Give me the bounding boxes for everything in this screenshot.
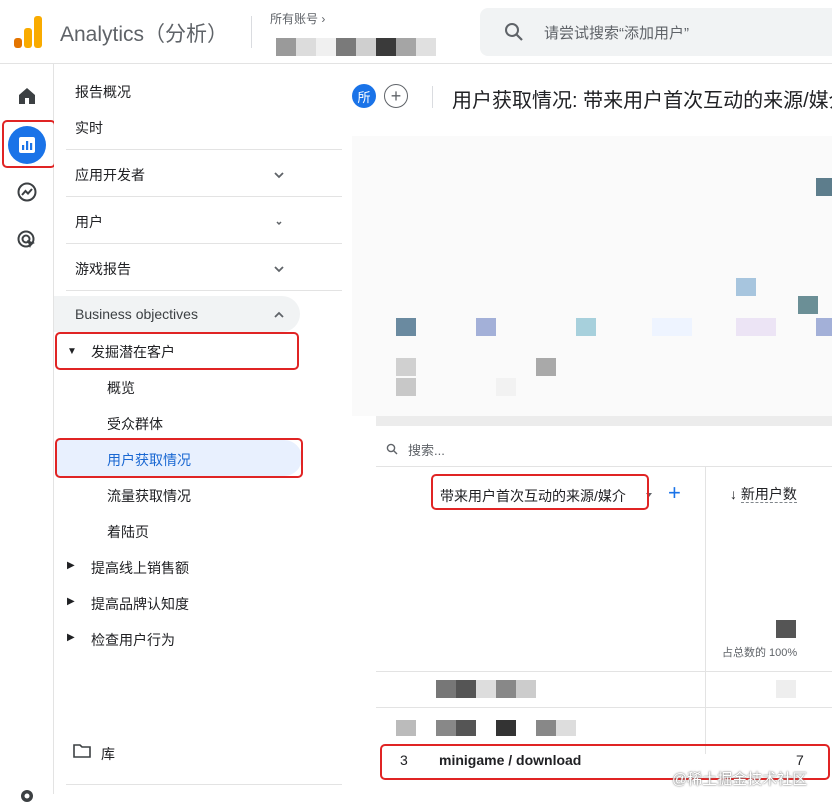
caret-right-icon[interactable]: ▶ (67, 560, 75, 571)
advertising-icon[interactable] (13, 226, 41, 254)
caret-right-icon[interactable]: ▶ (67, 632, 75, 643)
nav-overview[interactable]: 概览 (107, 378, 135, 398)
account-name-redacted[interactable] (276, 38, 436, 56)
caret-right-icon[interactable]: ▶ (67, 596, 75, 607)
nav-realtime[interactable]: 实时 (75, 118, 103, 138)
settings-icon[interactable] (13, 782, 41, 810)
total-percent: 占总数的 100% (722, 647, 798, 659)
divider (66, 149, 342, 150)
column-divider (705, 466, 706, 754)
search-input[interactable]: 请尝试搜索“添加用户” (544, 22, 689, 43)
metric-header-label: 新用户数 (740, 486, 797, 503)
nav-business-objectives[interactable]: Business objectives (75, 306, 198, 322)
divider (251, 16, 252, 48)
nav-drive-online-sales[interactable]: 提高线上销售额 (91, 558, 189, 578)
main-content: 所 + 用户获取情况: 带来用户首次互动的来源/媒介 搜索... 带来用户首次互… (352, 64, 832, 794)
nav-landing-page[interactable]: 着陆页 (107, 522, 149, 542)
search-bar[interactable]: 请尝试搜索“添加用户” (480, 8, 832, 56)
sort-desc-icon[interactable]: ↓ (730, 486, 737, 502)
account-picker[interactable]: 所有账号 › (270, 10, 325, 27)
search-icon (505, 23, 523, 41)
add-comparison-button[interactable]: + (384, 84, 408, 108)
comparison-chip[interactable]: 所 (352, 84, 376, 108)
table-search-input[interactable]: 搜索... (408, 440, 445, 459)
nav-traffic-acquisition[interactable]: 流量获取情况 (107, 486, 191, 506)
nav-rail (0, 64, 56, 802)
page-title: 用户获取情况: 带来用户首次互动的来源/媒介 (452, 90, 832, 112)
nav-user[interactable]: 用户 (75, 212, 103, 232)
nav-examine-user-behavior[interactable]: 检查用户行为 (91, 630, 175, 650)
folder-icon (73, 744, 91, 758)
report-sidebar: 报告概况 实时 应用开发者 用户 游戏报告 Business objective… (54, 64, 352, 794)
divider (432, 86, 433, 108)
app-title: Analytics（分析） (60, 23, 229, 46)
analytics-logo-icon[interactable] (14, 16, 42, 48)
divider (376, 671, 832, 672)
divider (376, 707, 832, 708)
chevron-down-icon[interactable] (272, 215, 286, 229)
metric-header-new-users[interactable]: ↓ 新用户数 (730, 484, 797, 504)
nav-app-developer[interactable]: 应用开发者 (75, 165, 145, 185)
highlight-box-dimension (431, 474, 649, 510)
divider (66, 784, 342, 785)
chevron-up-icon[interactable] (272, 308, 286, 322)
nav-raise-brand-awareness[interactable]: 提高品牌认知度 (91, 594, 189, 614)
home-icon[interactable] (13, 82, 41, 110)
search-icon (386, 443, 398, 455)
highlight-box-find-leads (55, 332, 299, 370)
total-value-redacted (776, 620, 796, 638)
nav-library[interactable]: 库 (101, 744, 115, 764)
highlight-box-user-acquisition (55, 438, 303, 478)
data-table: 搜索... 带来用户首次互动的来源/媒介 + ↓ 新用户数 占总数的 100% (376, 424, 832, 794)
chevron-down-icon[interactable] (272, 168, 286, 182)
explore-icon[interactable] (13, 178, 41, 206)
divider (66, 243, 342, 244)
divider (376, 466, 832, 467)
nav-audiences[interactable]: 受众群体 (107, 414, 163, 434)
highlight-box-reports (2, 120, 56, 168)
nav-reports-snapshot[interactable]: 报告概况 (75, 82, 131, 102)
divider (66, 290, 342, 291)
chevron-down-icon[interactable] (272, 262, 286, 276)
add-dimension-button[interactable]: + (668, 480, 681, 506)
nav-game-reports[interactable]: 游戏报告 (75, 259, 131, 279)
watermark: @稀土掘金技术社区 (672, 771, 808, 788)
divider (66, 196, 342, 197)
top-bar: Analytics（分析） 所有账号 › 请尝试搜索“添加用户” (0, 0, 832, 64)
